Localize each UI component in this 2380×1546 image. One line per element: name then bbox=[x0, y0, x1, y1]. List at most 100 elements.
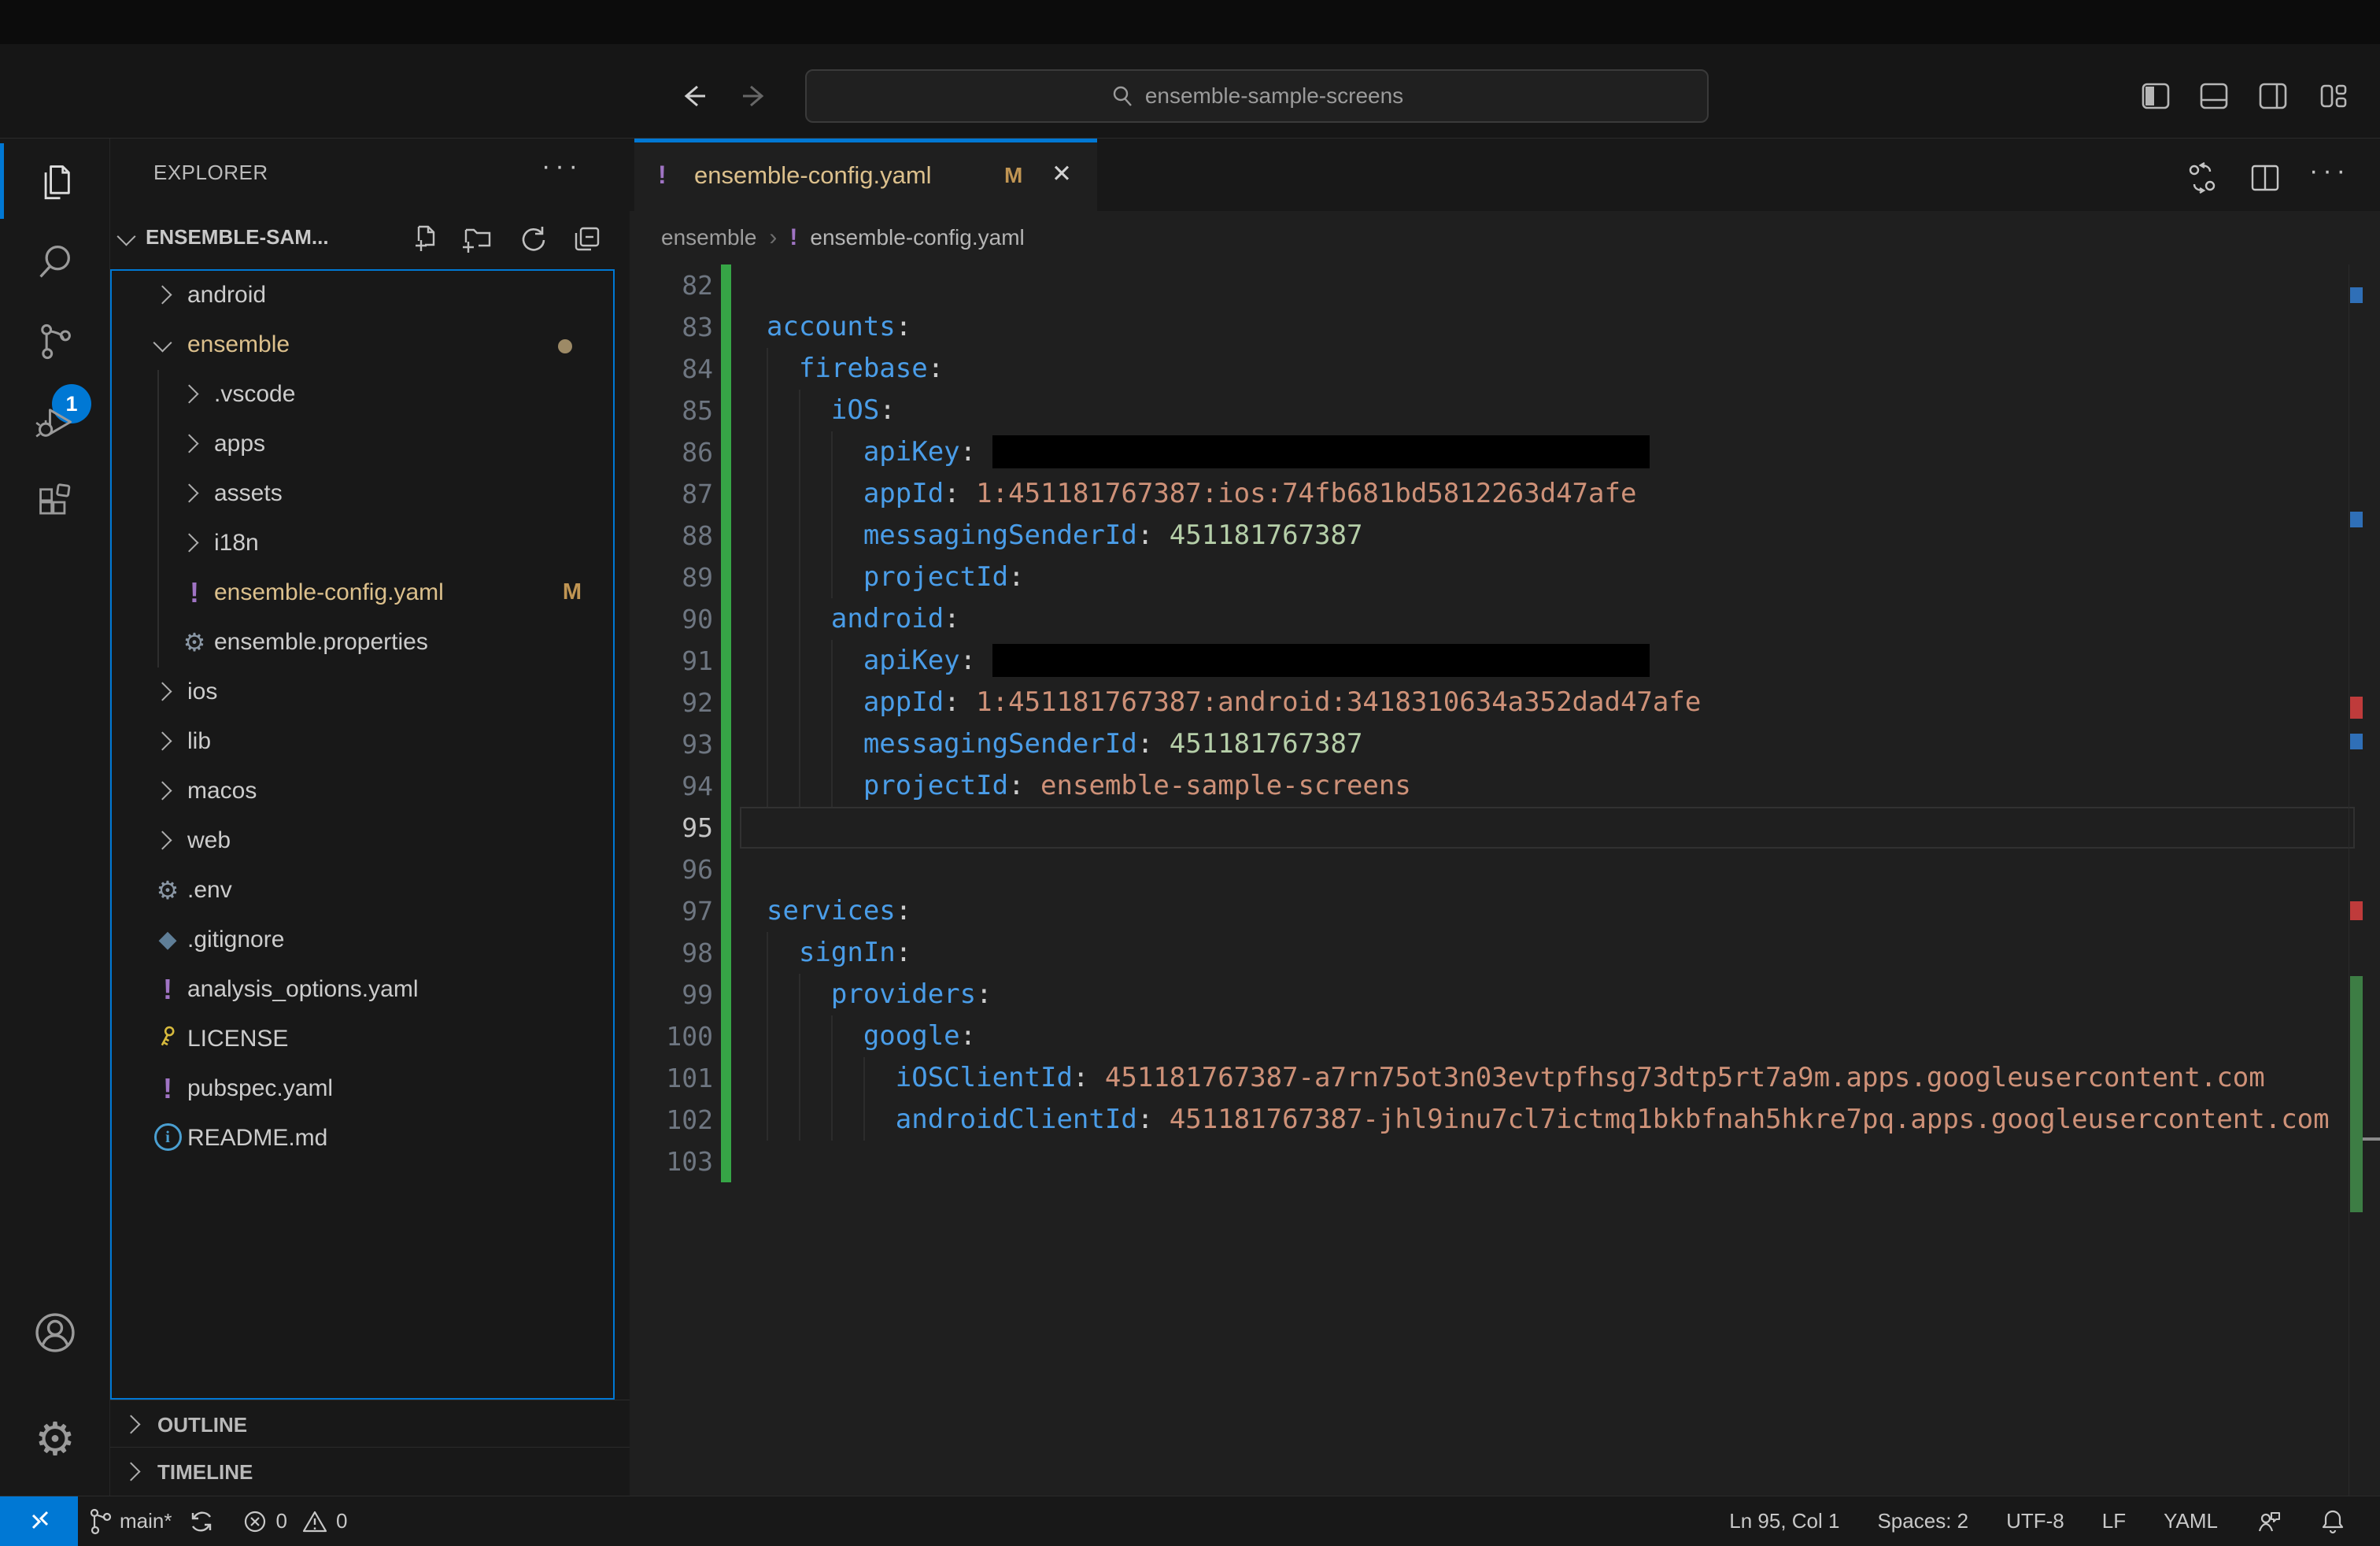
tree-item-ios[interactable]: ios bbox=[112, 668, 613, 717]
forward-arrow-icon[interactable] bbox=[737, 79, 771, 113]
toggle-secondary-sidebar-icon[interactable] bbox=[2259, 83, 2287, 109]
tree-item-label: apps bbox=[214, 431, 265, 457]
tree-item-ensemble.properties[interactable]: ⚙ensemble.properties bbox=[112, 618, 613, 668]
overview-ruler[interactable] bbox=[2342, 264, 2380, 1496]
code-line-93[interactable]: 93 messagingSenderId: 451181767387 bbox=[630, 723, 2380, 765]
gear-icon: ⚙ bbox=[35, 1417, 76, 1463]
sidebar-item-explorer[interactable] bbox=[0, 143, 110, 219]
customize-layout-icon[interactable] bbox=[2319, 83, 2348, 109]
new-file-icon[interactable] bbox=[409, 224, 441, 255]
code-token bbox=[767, 1104, 896, 1135]
code-line-87[interactable]: 87 appId: 1:451181767387:ios:74fb681bd58… bbox=[630, 473, 2380, 515]
project-section-header[interactable]: ENSEMBLE-SAM... bbox=[110, 206, 630, 269]
tree-item-.env[interactable]: ⚙.env bbox=[112, 866, 613, 915]
timeline-section-header[interactable]: TIMELINE bbox=[110, 1447, 630, 1494]
eol-sequence[interactable]: LF bbox=[2102, 1509, 2126, 1533]
outline-section-header[interactable]: OUTLINE bbox=[110, 1400, 630, 1447]
code-line-82[interactable]: 82 bbox=[630, 264, 2380, 306]
tree-item-ensemble-config.yaml[interactable]: !ensemble-config.yamlM bbox=[112, 568, 613, 618]
language-mode[interactable]: YAML bbox=[2164, 1509, 2218, 1533]
code-line-102[interactable]: 102 androidClientId: 451181767387-jhl9in… bbox=[630, 1099, 2380, 1141]
code-line-88[interactable]: 88 messagingSenderId: 451181767387 bbox=[630, 515, 2380, 557]
extensions-icon bbox=[35, 482, 76, 523]
code-line-94[interactable]: 94 projectId: ensemble-sample-screens bbox=[630, 765, 2380, 807]
tree-item-label: lib bbox=[187, 728, 211, 755]
more-actions-icon[interactable]: ··· bbox=[2309, 156, 2341, 187]
sidebar-item-source-control[interactable]: 1 bbox=[0, 304, 110, 379]
open-changes-icon[interactable] bbox=[2186, 162, 2218, 194]
toggle-panel-icon[interactable] bbox=[2200, 83, 2228, 109]
code-line-97[interactable]: 97services: bbox=[630, 890, 2380, 932]
code-token bbox=[767, 937, 799, 968]
collapse-all-icon[interactable] bbox=[571, 224, 603, 255]
git-icon: ◆ bbox=[153, 925, 183, 955]
code-line-99[interactable]: 99 providers: bbox=[630, 974, 2380, 1015]
yaml-icon: ! bbox=[789, 223, 797, 253]
activity-bar: 1 ⚙ bbox=[0, 139, 110, 1496]
code-line-90[interactable]: 90 android: bbox=[630, 598, 2380, 640]
tree-item-pubspec.yaml[interactable]: !pubspec.yaml bbox=[112, 1064, 613, 1114]
sidebar-item-extensions[interactable] bbox=[0, 464, 110, 540]
close-icon[interactable]: ✕ bbox=[1051, 160, 1072, 188]
code-line-86[interactable]: 86 apiKey: bbox=[630, 431, 2380, 473]
command-center-search[interactable]: ensemble-sample-screens bbox=[805, 69, 1709, 123]
code-line-83[interactable]: 83accounts: bbox=[630, 306, 2380, 348]
search-icon bbox=[35, 241, 76, 282]
tree-item-macos[interactable]: macos bbox=[112, 767, 613, 816]
code-line-89[interactable]: 89 projectId: bbox=[630, 557, 2380, 598]
refresh-icon[interactable] bbox=[516, 224, 548, 255]
encoding[interactable]: UTF-8 bbox=[2006, 1509, 2064, 1533]
code-line-101[interactable]: 101 iOSClientId: 451181767387-a7rn75ot3n… bbox=[630, 1057, 2380, 1099]
tree-item-.vscode[interactable]: .vscode bbox=[112, 370, 613, 420]
file-tree[interactable]: android ensemble.vscode apps assetsi18n!ens… bbox=[110, 269, 615, 1400]
code-token bbox=[767, 603, 831, 634]
tree-item-i18n[interactable]: i18n bbox=[112, 519, 613, 568]
tree-item-assets[interactable]: assets bbox=[112, 469, 613, 519]
code-line-95[interactable]: 95 bbox=[630, 807, 2380, 849]
sidebar-item-search[interactable] bbox=[0, 224, 110, 299]
back-arrow-icon[interactable] bbox=[677, 79, 711, 113]
code-line-84[interactable]: 84 firebase: bbox=[630, 348, 2380, 390]
code-line-100[interactable]: 100 google: bbox=[630, 1015, 2380, 1057]
tab-ensemble-config[interactable]: ! ensemble-config.yaml M ✕ bbox=[634, 139, 1097, 211]
branch-indicator[interactable]: main* bbox=[88, 1508, 172, 1535]
indentation[interactable]: Spaces: 2 bbox=[1877, 1509, 1968, 1533]
code-area[interactable]: 8283accounts:84 firebase:85 iOS:86 apiKe… bbox=[630, 264, 2380, 1496]
problems-indicator[interactable]: 0 0 bbox=[242, 1509, 347, 1534]
remote-indicator[interactable] bbox=[0, 1496, 78, 1546]
code-line-text: apiKey: bbox=[767, 431, 1650, 473]
toggle-primary-sidebar-icon[interactable] bbox=[2142, 83, 2170, 109]
status-bar: main* 0 0 Ln 95, Col 1 Spaces: 2 U bbox=[0, 1496, 2380, 1546]
feedback-icon[interactable] bbox=[2256, 1508, 2282, 1535]
code-line-85[interactable]: 85 iOS: bbox=[630, 390, 2380, 431]
new-folder-icon[interactable] bbox=[463, 224, 494, 255]
code-line-96[interactable]: 96 bbox=[630, 849, 2380, 890]
tree-item-label: ios bbox=[187, 679, 217, 705]
tree-item-README.md[interactable]: iREADME.md bbox=[112, 1114, 613, 1163]
code-line-92[interactable]: 92 appId: 1:451181767387:android:3418310… bbox=[630, 682, 2380, 723]
code-line-98[interactable]: 98 signIn: bbox=[630, 932, 2380, 974]
tree-item-lib[interactable]: lib bbox=[112, 717, 613, 767]
tree-item-LICENSE[interactable]: LICENSE bbox=[112, 1015, 613, 1064]
accounts-button[interactable] bbox=[0, 1295, 110, 1370]
notifications-bell-icon[interactable] bbox=[2320, 1508, 2345, 1535]
tree-item-web[interactable]: web bbox=[112, 816, 613, 866]
code-line-103[interactable]: 103 bbox=[630, 1141, 2380, 1182]
tree-item-android[interactable]: android bbox=[112, 271, 613, 320]
tree-item-apps[interactable]: apps bbox=[112, 420, 613, 469]
yaml-icon: ! bbox=[153, 1074, 183, 1104]
tree-item-analysis_options.yaml[interactable]: !analysis_options.yaml bbox=[112, 965, 613, 1015]
sync-button[interactable] bbox=[189, 1509, 214, 1534]
tree-item-.gitignore[interactable]: ◆.gitignore bbox=[112, 915, 613, 965]
code-line-91[interactable]: 91 apiKey: bbox=[630, 640, 2380, 682]
more-actions-icon[interactable]: ··· bbox=[541, 151, 582, 182]
tree-item-ensemble[interactable]: ensemble bbox=[112, 320, 613, 370]
settings-button[interactable]: ⚙ bbox=[0, 1402, 110, 1478]
breadcrumb-file[interactable]: ensemble-config.yaml bbox=[810, 225, 1024, 250]
breadcrumb-folder[interactable]: ensemble bbox=[661, 225, 756, 250]
cursor-position[interactable]: Ln 95, Col 1 bbox=[1729, 1509, 1839, 1533]
sidebar-item-run-debug[interactable] bbox=[0, 384, 110, 460]
code-token: messagingSenderId bbox=[863, 520, 1137, 551]
split-editor-icon[interactable] bbox=[2249, 162, 2281, 194]
tree-item-label: android bbox=[187, 282, 266, 309]
